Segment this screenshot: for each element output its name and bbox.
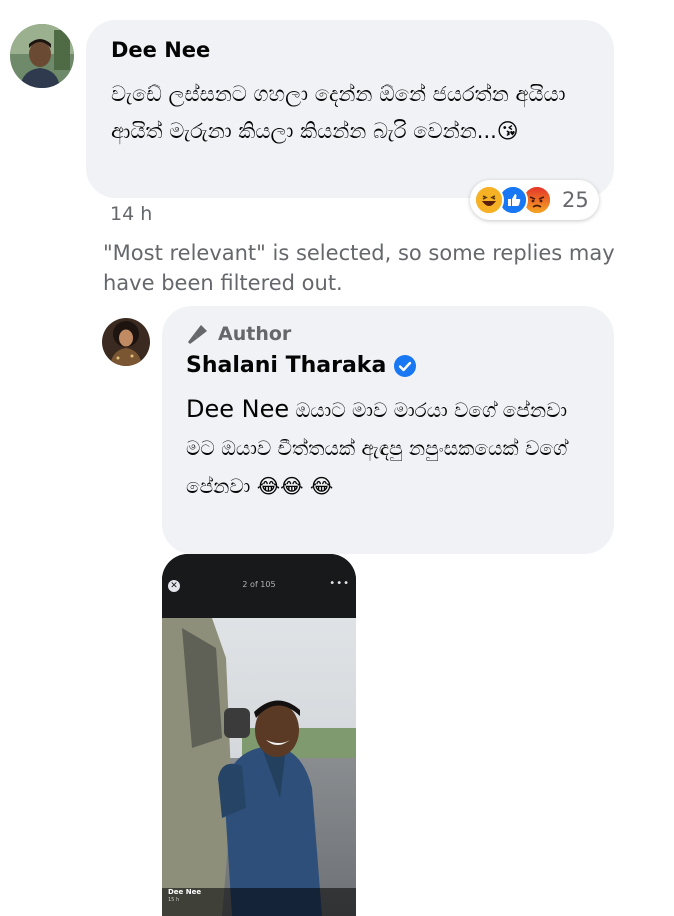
author-avatar[interactable]: [102, 318, 150, 366]
photo-image: [162, 618, 356, 916]
commenter-avatar[interactable]: [10, 24, 74, 88]
photo-caption-time: 15 h: [168, 897, 180, 903]
reply-author-row: Shalani Tharaka: [186, 353, 417, 378]
mention-link[interactable]: Dee Nee: [186, 395, 289, 423]
microphone-icon: [188, 325, 207, 344]
attached-photo[interactable]: ✕ 2 of 105 ••• Dee Nee 15 h: [162, 554, 356, 916]
filter-notice: "Most relevant" is selected, so some rep…: [103, 241, 615, 295]
comment-bubble: Dee Nee වැඩේ ලස්සනට ගහලා දෙන්න ඕනේ ජයරත්…: [86, 20, 614, 198]
photo-caption-author: Dee Nee: [168, 888, 202, 896]
reply-text: Dee Nee ඔයාට මාව මාරයා වගේ පේනවා මට ඔයාව…: [186, 390, 596, 505]
verified-badge-icon: [394, 354, 417, 377]
photo-viewer-header: ✕ 2 of 105 •••: [162, 554, 356, 618]
comment-timestamp[interactable]: 14 h: [110, 203, 152, 225]
comment-author-name[interactable]: Dee Nee: [111, 38, 210, 62]
reaction-count: 25: [562, 188, 589, 212]
more-icon: •••: [329, 578, 350, 589]
author-badge-label: Author: [218, 323, 292, 345]
reply-author-name[interactable]: Shalani Tharaka: [186, 353, 386, 378]
author-badge: Author: [186, 322, 291, 346]
laugh-reaction-icon: [474, 185, 504, 215]
photo-counter: 2 of 105: [242, 580, 276, 589]
reaction-summary[interactable]: 25: [470, 180, 599, 220]
comment-text: වැඩේ ලස්සනට ගහලා දෙන්න ඕනේ ජයරත්න අයියා …: [111, 82, 566, 143]
reply-bubble: Author Shalani Tharaka Dee Nee ඔයාට මාව …: [162, 306, 614, 554]
